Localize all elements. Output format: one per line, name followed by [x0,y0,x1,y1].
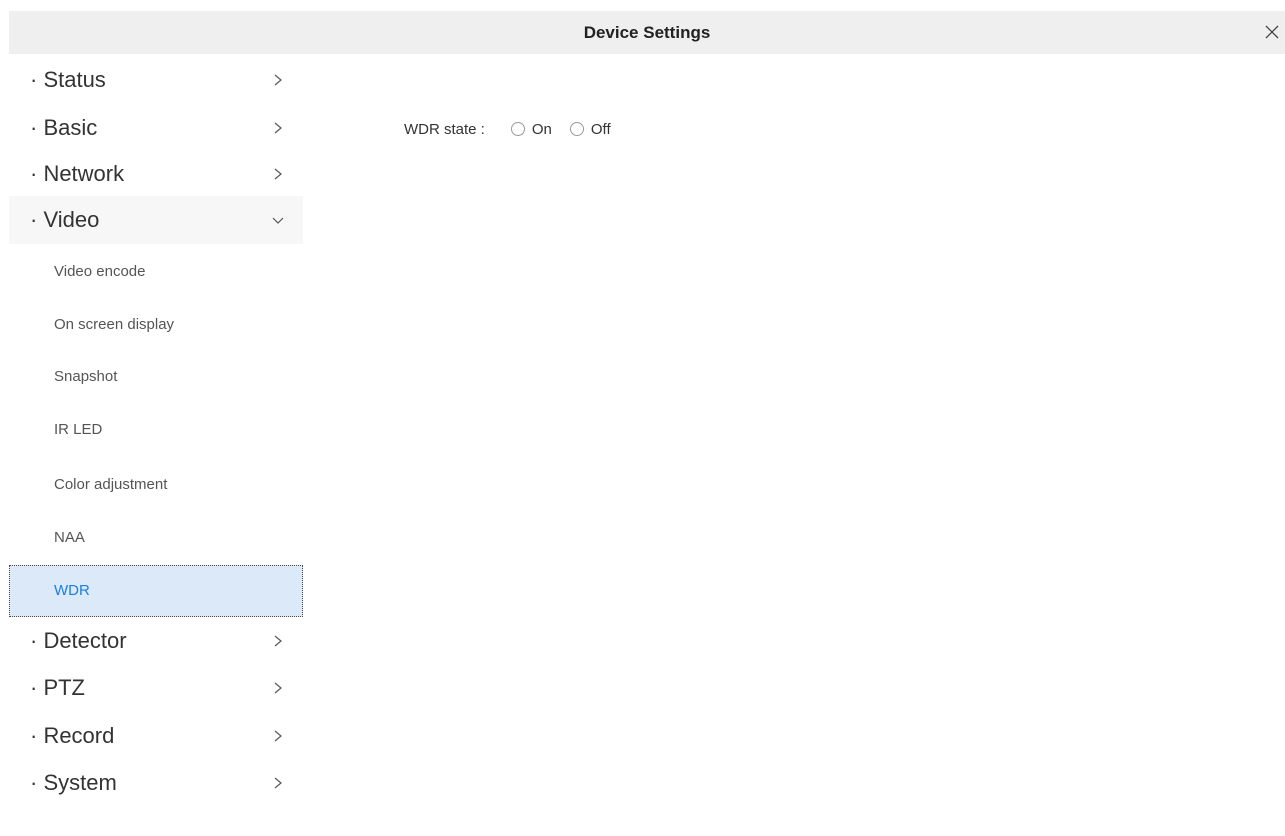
sidebar-item-label: · Record [30,723,115,748]
chevron-down-icon [271,213,285,227]
sidebar-item-system[interactable]: · System [9,759,303,807]
sidebar-item-label: · System [30,770,117,795]
chevron-right-icon [271,167,285,181]
submenu-item-label: NAA [54,529,85,546]
chevron-right-icon [271,634,285,648]
sidebar-item-status[interactable]: · Status [9,56,303,104]
sidebar-item-label: · PTZ [30,675,85,700]
wdr-off-option[interactable]: Off [569,120,611,138]
submenu-item-label: On screen display [54,316,175,333]
submenu-item-label: IR LED [54,421,103,438]
sidebar-item-ptz[interactable]: · PTZ [9,664,303,712]
submenu-item-label: Color adjustment [54,476,168,493]
chevron-right-icon [271,729,285,743]
chevron-right-icon [271,776,285,790]
wdr-on-option[interactable]: On [510,120,552,138]
submenu-item-wdr[interactable]: WDR [9,565,303,617]
submenu-item-video-encode[interactable]: Video encode [9,246,303,298]
sidebar-item-record[interactable]: · Record [9,712,303,760]
chevron-right-icon [271,121,285,135]
sidebar-item-label: · Network [30,161,125,186]
wdr-off-radio[interactable] [569,122,584,136]
submenu-item-on-screen-display[interactable]: On screen display [9,299,303,351]
submenu-item-label: WDR [54,582,90,599]
wdr-on-radio[interactable] [510,122,525,136]
wdr-state-row: WDR state : On Off [404,117,629,141]
device-settings-window: Device Settings · Status · Basic · Netwo… [0,0,1285,836]
submenu-item-ir-led[interactable]: IR LED [9,404,303,456]
sidebar-item-video[interactable]: · Video [9,196,303,244]
submenu-item-label: Video encode [54,263,146,280]
wdr-off-label: Off [590,120,611,138]
chevron-right-icon [271,681,285,695]
close-icon[interactable] [1261,21,1283,43]
sidebar-item-label: · Video [30,207,100,232]
submenu-item-color-adjustment[interactable]: Color adjustment [9,459,303,511]
sidebar-item-network[interactable]: · Network [9,150,303,198]
sidebar-item-label: · Detector [30,628,127,653]
sidebar-menu: · Status · Basic · Network · Video Video [9,54,303,836]
settings-content-panel: WDR state : On Off [303,54,1285,836]
sidebar-item-detector[interactable]: · Detector [9,617,303,665]
submenu-item-naa[interactable]: NAA [9,512,303,564]
title-bar: Device Settings [9,11,1285,54]
sidebar-item-label: · Basic [30,115,98,140]
submenu-item-label: Snapshot [54,368,118,385]
sidebar-item-label: · Status [30,67,106,92]
sidebar-item-basic[interactable]: · Basic [9,104,303,152]
window-title: Device Settings [583,23,711,42]
wdr-on-label: On [531,120,552,138]
wdr-state-label: WDR state : [404,120,485,138]
submenu-item-snapshot[interactable]: Snapshot [9,351,303,403]
chevron-right-icon [271,73,285,87]
